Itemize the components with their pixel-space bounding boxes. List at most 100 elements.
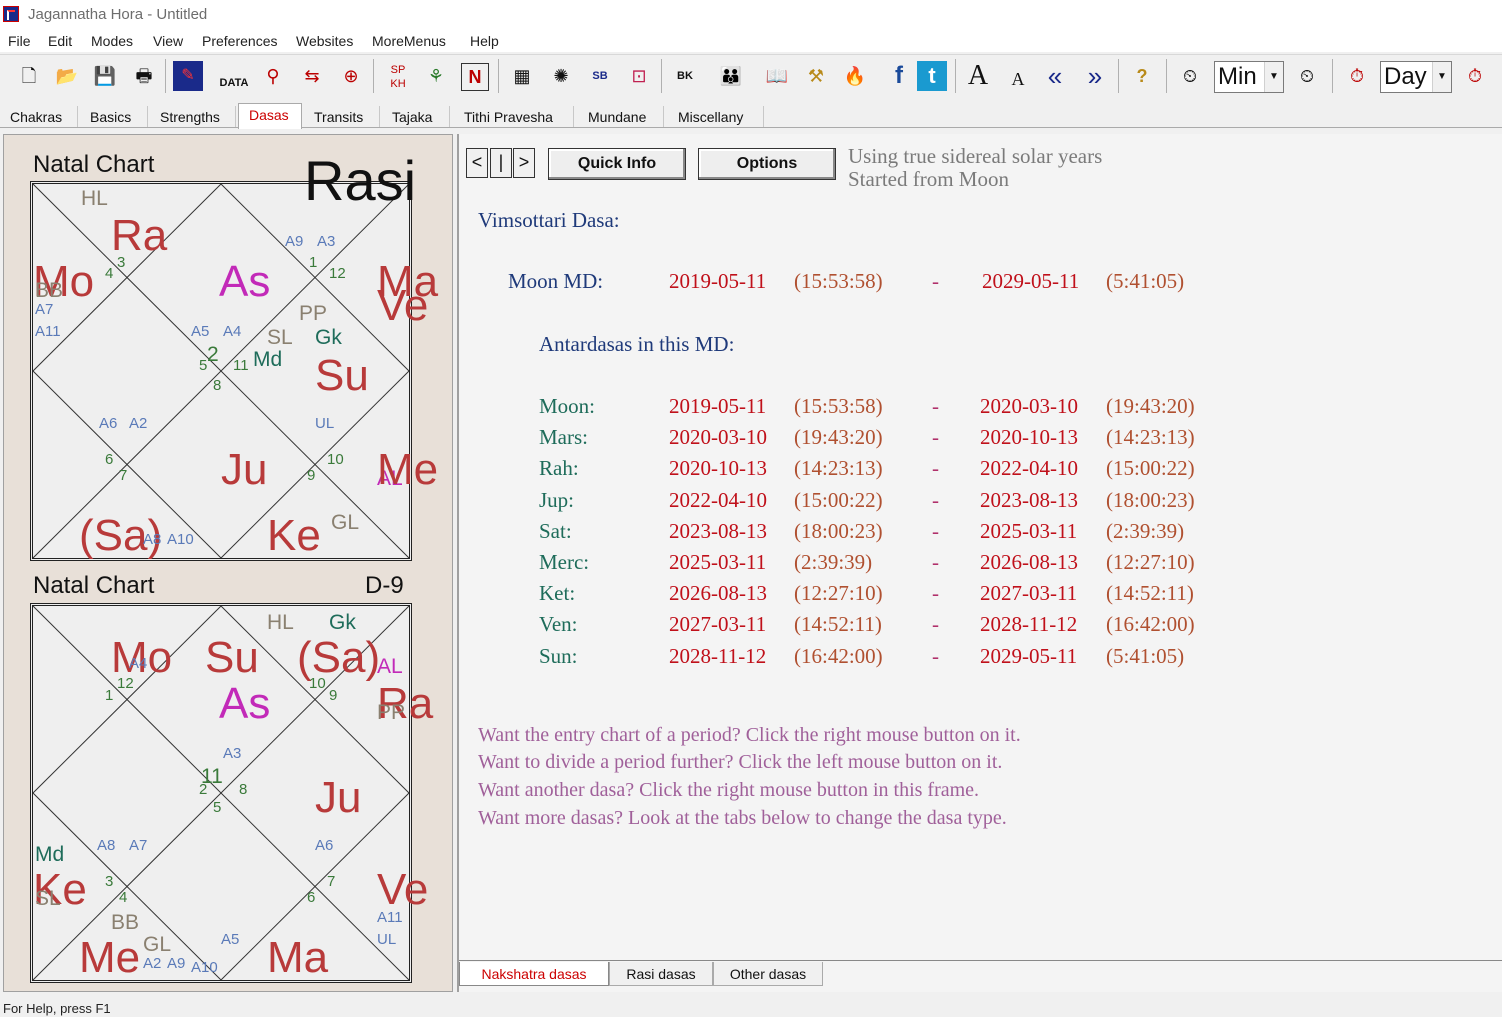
chart-label[interactable]: A9: [167, 956, 185, 971]
chart-label[interactable]: 7: [119, 468, 127, 483]
tools-icon[interactable]: ⚒: [801, 61, 831, 91]
chart-data-icon[interactable]: ✎: [173, 61, 203, 91]
chart-label[interactable]: A3: [223, 746, 241, 761]
chart-label[interactable]: 5: [199, 358, 207, 373]
menu-file[interactable]: File: [8, 33, 31, 49]
next-button[interactable]: >: [513, 148, 535, 178]
chart-label[interactable]: A2: [143, 956, 161, 971]
chart-label[interactable]: PP: [377, 702, 405, 723]
tab-basics[interactable]: Basics: [80, 106, 148, 128]
tab-miscellany[interactable]: Miscellany: [668, 106, 764, 128]
chart-label[interactable]: Ra: [111, 214, 167, 258]
chart-label[interactable]: A6: [99, 416, 117, 431]
tab-transits[interactable]: Transits: [304, 106, 380, 128]
search-person-icon[interactable]: ⚲: [258, 61, 288, 91]
chart-label[interactable]: A6: [315, 838, 333, 853]
chart-label[interactable]: SL: [267, 327, 293, 348]
chart-label[interactable]: GL: [331, 512, 359, 533]
chart-label[interactable]: 10: [327, 452, 344, 467]
chart-label[interactable]: A11: [377, 910, 403, 925]
clock-back-icon[interactable]: ⏲: [1175, 61, 1205, 91]
chart-label[interactable]: As: [219, 260, 270, 304]
chart-label[interactable]: HL: [81, 188, 108, 209]
antardasa-row[interactable]: Ket: 2026-08-13 (12:27:10) - 2027-03-11 (14:5…: [459, 581, 1459, 611]
open-folder-icon[interactable]: 📂: [52, 61, 82, 91]
chart-label[interactable]: UL: [377, 932, 396, 947]
antardasa-row[interactable]: Ven: 2027-03-11 (14:52:11) - 2028-11-12 (16:4…: [459, 612, 1459, 642]
menu-websites[interactable]: Websites: [296, 33, 353, 49]
prev-button[interactable]: <: [466, 148, 488, 178]
chart-label[interactable]: Ju: [221, 448, 267, 492]
chart-label[interactable]: BB: [111, 912, 139, 933]
tab-tajaka[interactable]: Tajaka: [382, 106, 450, 128]
chart-label[interactable]: 1: [105, 688, 113, 703]
menu-view[interactable]: View: [153, 33, 183, 49]
chart-label[interactable]: AL: [377, 656, 403, 677]
chart-label[interactable]: 12: [117, 676, 134, 691]
k-icon[interactable]: ⊡: [624, 61, 654, 91]
chart-label[interactable]: 2: [199, 782, 207, 797]
menu-help[interactable]: Help: [470, 33, 499, 49]
dasa-panel[interactable]: < | > Quick Info Options Using true side…: [457, 134, 1502, 992]
chart-label[interactable]: A7: [129, 838, 147, 853]
chart-label[interactable]: Ve: [377, 868, 428, 912]
chart-label[interactable]: GL: [143, 934, 171, 955]
chart-label[interactable]: Ma: [267, 936, 328, 980]
grid-icon[interactable]: ▦: [507, 61, 537, 91]
chart-label[interactable]: (Sa): [297, 636, 380, 680]
chevron-down-icon[interactable]: ▼: [1264, 62, 1283, 92]
antardasa-row[interactable]: Jup: 2022-04-10 (15:00:22) - 2023-08-13 (18:0…: [459, 488, 1459, 518]
n-icon[interactable]: N: [461, 63, 489, 91]
chart-label[interactable]: As: [219, 682, 270, 726]
chart-label[interactable]: A4: [129, 656, 147, 671]
day-step-select[interactable]: Day ▼: [1380, 61, 1452, 93]
chart-label[interactable]: 2: [207, 344, 219, 365]
chart-label[interactable]: A10: [191, 960, 218, 975]
chart-label[interactable]: A9: [285, 234, 303, 249]
tab-strengths[interactable]: Strengths: [150, 106, 236, 128]
font-small-icon[interactable]: A: [1003, 61, 1033, 91]
tab-other-dasas[interactable]: Other dasas: [713, 962, 823, 986]
new-file-icon[interactable]: 🗋: [14, 61, 44, 91]
chart-label[interactable]: A7: [35, 302, 53, 317]
mahadasa-row[interactable]: Moon MD: 2019-05-11 (15:53:58) - 2029-05…: [459, 269, 1459, 299]
chart-label[interactable]: Me: [79, 936, 140, 980]
chart-label[interactable]: Gk: [329, 612, 356, 633]
chart-label[interactable]: A11: [35, 324, 61, 339]
chart-label[interactable]: A5: [191, 324, 209, 339]
tab-mundane[interactable]: Mundane: [578, 106, 664, 128]
antardasa-row[interactable]: Sun: 2028-11-12 (16:42:00) - 2029-05-11 (5:41…: [459, 644, 1459, 674]
twitter-icon[interactable]: t: [917, 61, 947, 91]
compass-icon[interactable]: ⊕: [336, 61, 366, 91]
chart-label[interactable]: 8: [239, 782, 247, 797]
chart-label[interactable]: 4: [119, 890, 127, 905]
tab-tithi-pravesha[interactable]: Tithi Pravesha: [454, 106, 574, 128]
sp-kh-icon[interactable]: SP KH: [383, 61, 413, 93]
quick-info-button[interactable]: Quick Info: [548, 148, 686, 180]
chart-label[interactable]: A10: [167, 532, 194, 547]
chart-label[interactable]: HL: [267, 612, 294, 633]
chart-label[interactable]: A2: [129, 416, 147, 431]
chart-label[interactable]: 7: [327, 874, 335, 889]
menu-edit[interactable]: Edit: [48, 33, 72, 49]
calendar-forward-icon[interactable]: ⏱: [1460, 61, 1490, 91]
app-logo-icon[interactable]: [3, 6, 19, 22]
chart-label[interactable]: Ju: [315, 776, 361, 820]
chart-label[interactable]: 12: [329, 266, 346, 281]
antardasa-row[interactable]: Sat: 2023-08-13 (18:00:23) - 2025-03-11 (2:39…: [459, 519, 1459, 549]
chart-label[interactable]: Ve: [377, 284, 428, 328]
chart-label[interactable]: 11: [233, 358, 249, 373]
chart-label[interactable]: Ke: [267, 514, 321, 558]
clock-forward-icon[interactable]: ⏲: [1292, 61, 1322, 91]
chart-label[interactable]: 3: [105, 874, 113, 889]
calendar-back-icon[interactable]: ⏱: [1342, 61, 1372, 91]
chart-label[interactable]: BB: [35, 280, 63, 301]
chart-label[interactable]: 3: [117, 255, 125, 270]
chart-label[interactable]: 6: [105, 452, 113, 467]
star-chart-icon[interactable]: ⚘: [421, 61, 451, 91]
chart-label[interactable]: 4: [105, 266, 113, 281]
chart-label[interactable]: A3: [317, 234, 335, 249]
chart-label[interactable]: A4: [223, 324, 241, 339]
chart-label[interactable]: 8: [213, 378, 221, 393]
time-step-select[interactable]: Min ▼: [1214, 61, 1284, 93]
